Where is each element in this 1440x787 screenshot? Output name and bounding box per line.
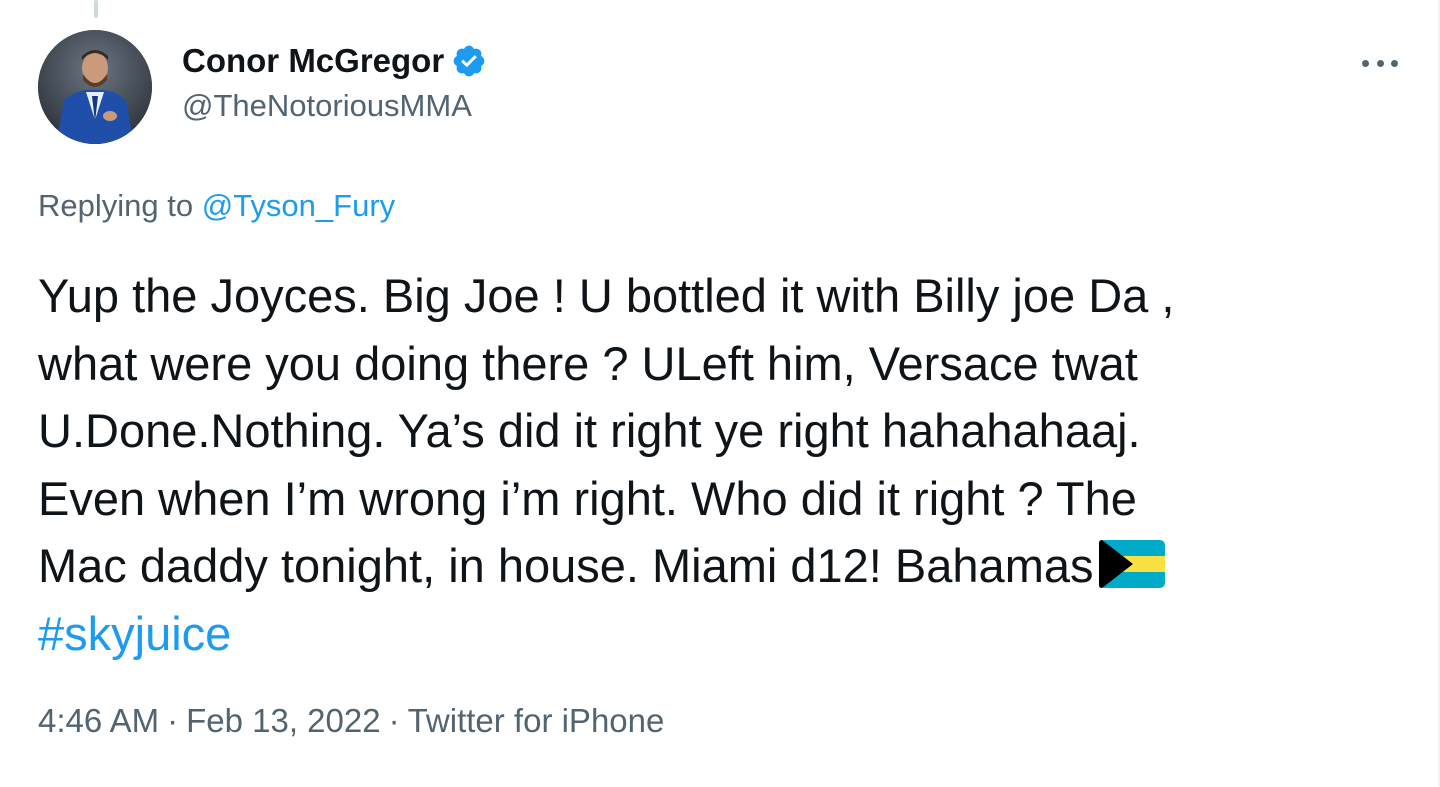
tweet-time[interactable]: 4:46 AM	[38, 702, 159, 739]
tweet-date[interactable]: Feb 13, 2022	[186, 702, 381, 739]
tweet-text-line-with-flag: Mac daddy tonight, in house. Miami d12! …	[38, 532, 1398, 600]
tweet-text-line: Yup the Joyces. Big Joe ! U bottled it w…	[38, 269, 1175, 322]
hashtag-link[interactable]: #skyjuice	[38, 600, 1398, 668]
tweet-text-line: Even when I’m wrong i’m right. Who did i…	[38, 471, 1137, 525]
bahamas-flag-icon	[1099, 540, 1166, 588]
dot	[1362, 59, 1369, 67]
display-name-row[interactable]: Conor McGregor	[182, 40, 487, 82]
display-name[interactable]: Conor McGregor	[182, 42, 444, 80]
tweet-header: Conor McGregor @TheNotoriousMMA	[38, 30, 1408, 144]
handle[interactable]: @TheNotoriousMMA	[182, 88, 487, 124]
author-names: Conor McGregor @TheNotoriousMMA	[182, 40, 487, 124]
separator: ·	[167, 702, 179, 739]
tweet-metadata: 4:46 AM · Feb 13, 2022 · Twitter for iPhone	[38, 702, 664, 740]
tweet-text: Yup the Joyces. Big Joe ! U bottled it w…	[38, 262, 1398, 667]
tweet-text-line: U.Done.Nothing. Ya’s did it right ye rig…	[38, 404, 1141, 457]
avatar-image	[38, 30, 152, 144]
replying-to: Replying to @Tyson_Fury	[38, 188, 395, 224]
tweet: Conor McGregor @TheNotoriousMMA Replying…	[0, 0, 1440, 787]
tweet-source[interactable]: Twitter for iPhone	[408, 702, 665, 739]
verified-badge-icon	[453, 45, 485, 77]
tweet-text-line: Mac daddy tonight, in house. Miami d12! …	[38, 539, 1094, 592]
avatar[interactable]	[38, 30, 152, 144]
tweet-text-line: what were you doing there ? ULeft him, V…	[38, 336, 1138, 390]
replying-to-mention[interactable]: @Tyson_Fury	[202, 188, 395, 223]
dot	[1376, 59, 1384, 67]
replying-to-label: Replying to	[38, 188, 194, 223]
dot	[1391, 59, 1398, 67]
separator: ·	[388, 702, 400, 739]
more-dots-icon[interactable]	[1362, 48, 1398, 78]
